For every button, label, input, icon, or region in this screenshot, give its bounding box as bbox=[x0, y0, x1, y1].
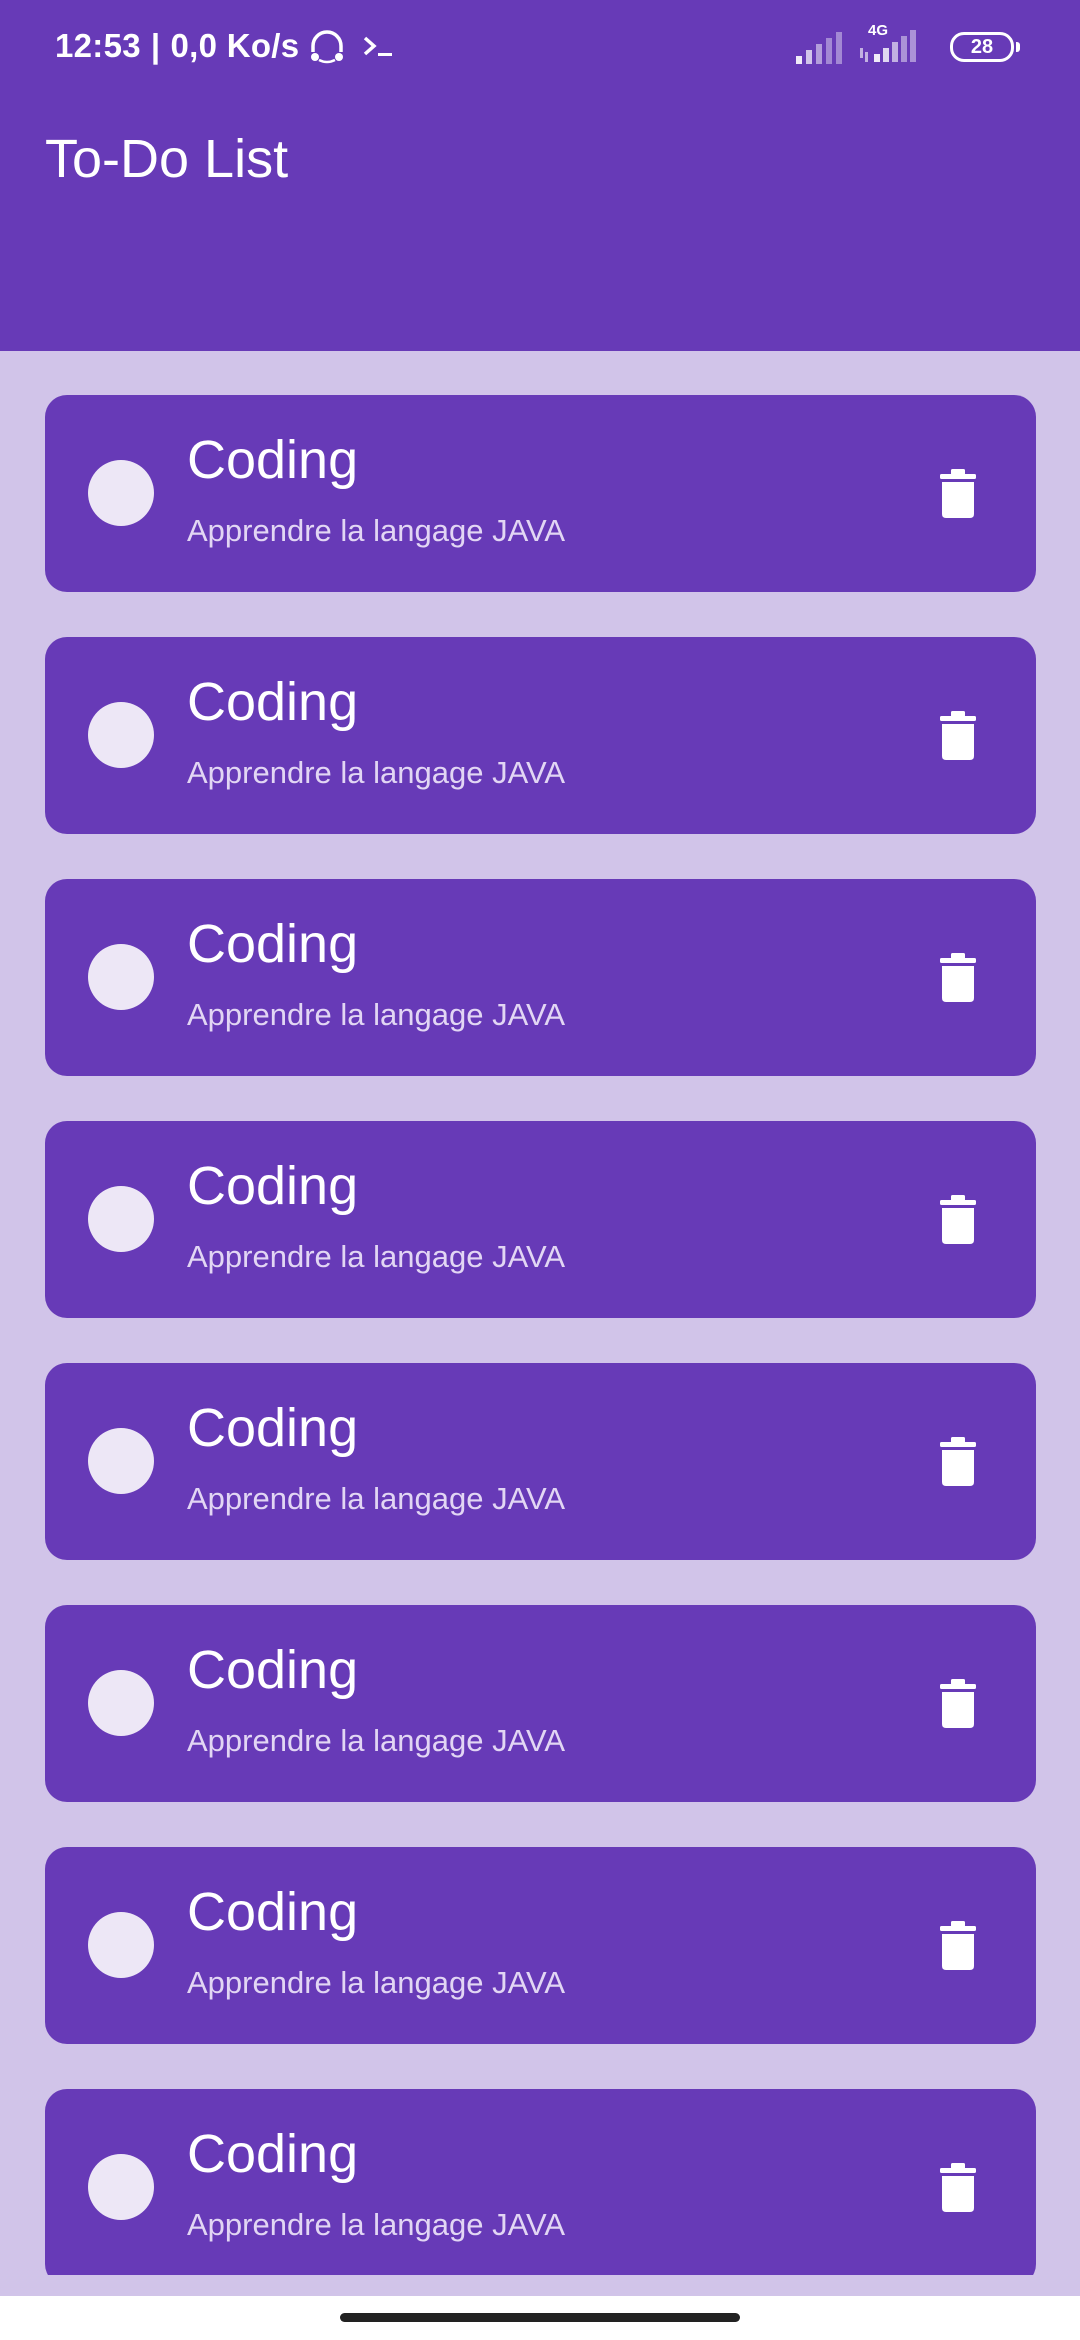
task-checkbox[interactable] bbox=[88, 702, 154, 768]
task-title: Coding bbox=[187, 672, 359, 732]
task-title: Coding bbox=[187, 430, 359, 490]
app-bar: 12:53 | 0,0 Ko/s 4G 28 To-Do List bbox=[0, 0, 1080, 351]
task-card[interactable]: Coding Apprendre la langage JAVA bbox=[45, 1121, 1036, 1318]
task-card[interactable]: Coding Apprendre la langage JAVA bbox=[45, 879, 1036, 1076]
status-left: 12:53 | 0,0 Ko/s bbox=[55, 26, 397, 66]
task-checkbox[interactable] bbox=[88, 1670, 154, 1736]
task-description: Apprendre la langage JAVA bbox=[187, 1481, 565, 1516]
delete-icon[interactable] bbox=[928, 464, 988, 524]
status-bar: 12:53 | 0,0 Ko/s 4G 28 bbox=[0, 0, 1080, 96]
delete-icon[interactable] bbox=[928, 1916, 988, 1976]
status-separator: | bbox=[150, 27, 161, 64]
task-list: Coding Apprendre la langage JAVA Coding … bbox=[45, 395, 1036, 2275]
signal-4g-icon: 4G bbox=[860, 22, 922, 64]
task-description: Apprendre la langage JAVA bbox=[187, 1723, 565, 1758]
task-description: Apprendre la langage JAVA bbox=[187, 997, 565, 1032]
task-card[interactable]: Coding Apprendre la langage JAVA bbox=[45, 1847, 1036, 2044]
delete-icon[interactable] bbox=[928, 1674, 988, 1734]
task-checkbox[interactable] bbox=[88, 1912, 154, 1978]
task-description: Apprendre la langage JAVA bbox=[187, 513, 565, 548]
task-card[interactable]: Coding Apprendre la langage JAVA bbox=[45, 1605, 1036, 1802]
task-title: Coding bbox=[187, 914, 359, 974]
net-speed: 0,0 Ko/s bbox=[170, 27, 300, 64]
home-indicator[interactable] bbox=[340, 2313, 740, 2322]
task-card[interactable]: Coding Apprendre la langage JAVA bbox=[45, 2089, 1036, 2275]
task-card[interactable]: Coding Apprendre la langage JAVA bbox=[45, 1363, 1036, 1560]
delete-icon[interactable] bbox=[928, 1190, 988, 1250]
status-right: 4G 28 bbox=[796, 22, 1020, 64]
task-checkbox[interactable] bbox=[88, 1186, 154, 1252]
terminal-icon bbox=[364, 36, 393, 56]
task-title: Coding bbox=[187, 1882, 359, 1942]
task-title: Coding bbox=[187, 1156, 359, 1216]
delete-icon[interactable] bbox=[928, 2158, 988, 2218]
task-title: Coding bbox=[187, 1640, 359, 1700]
task-description: Apprendre la langage JAVA bbox=[187, 1965, 565, 2000]
headphones-icon bbox=[311, 30, 344, 64]
task-title: Coding bbox=[187, 2124, 359, 2184]
task-checkbox[interactable] bbox=[88, 2154, 154, 2220]
delete-icon[interactable] bbox=[928, 706, 988, 766]
battery-level: 28 bbox=[970, 35, 994, 58]
task-checkbox[interactable] bbox=[88, 1428, 154, 1494]
task-title: Coding bbox=[187, 1398, 359, 1458]
task-description: Apprendre la langage JAVA bbox=[187, 755, 565, 790]
delete-icon[interactable] bbox=[928, 948, 988, 1008]
page-title: To-Do List bbox=[45, 129, 289, 189]
task-card[interactable]: Coding Apprendre la langage JAVA bbox=[45, 637, 1036, 834]
battery-icon: 28 bbox=[950, 32, 1020, 62]
task-card[interactable]: Coding Apprendre la langage JAVA bbox=[45, 395, 1036, 592]
task-checkbox[interactable] bbox=[88, 460, 154, 526]
delete-icon[interactable] bbox=[928, 1432, 988, 1492]
task-description: Apprendre la langage JAVA bbox=[187, 1239, 565, 1274]
status-time: 12:53 bbox=[55, 27, 141, 64]
task-checkbox[interactable] bbox=[88, 944, 154, 1010]
task-description: Apprendre la langage JAVA bbox=[187, 2207, 565, 2242]
signal-icon bbox=[796, 32, 842, 64]
